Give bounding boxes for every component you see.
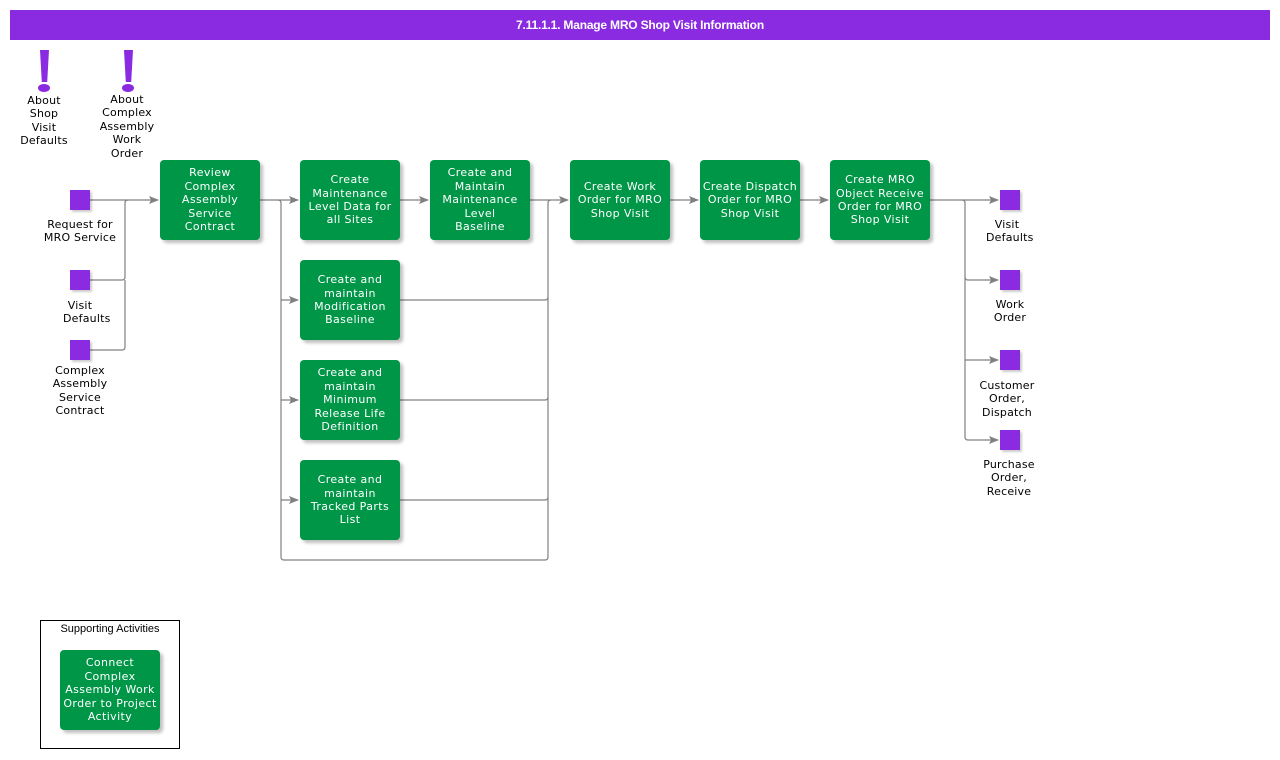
diagram-title-bar: 7.11.1.1. Manage MRO Shop Visit Informat… xyxy=(10,10,1270,40)
output-event-customer-order-dispatch[interactable] xyxy=(1000,350,1020,370)
output-event-purchase-order-receive[interactable] xyxy=(1000,430,1020,450)
activity-receive-order[interactable]: Create MRO Object Receive Order for MRO … xyxy=(830,160,930,240)
connector-modification-merge xyxy=(400,296,549,301)
input-event-label: Visit Defaults xyxy=(63,299,111,326)
note-complex-assembly-work-order[interactable] xyxy=(118,50,138,96)
output-event-label: Purchase Order, Receive xyxy=(983,458,1035,498)
output-event-visit-defaults[interactable] xyxy=(1000,190,1020,210)
connector-to-output-2 xyxy=(964,276,999,284)
activity-connect-work-order-project[interactable]: Connect Complex Assembly Work Order to P… xyxy=(60,650,160,730)
output-event-label: Visit Defaults xyxy=(986,218,1034,245)
activity-dispatch-order[interactable]: Create Dispatch Order for MRO Shop Visit xyxy=(700,160,800,240)
note-shop-visit-defaults[interactable] xyxy=(34,50,54,96)
output-event-label: Customer Order, Dispatch xyxy=(979,379,1035,419)
activity-modification-baseline[interactable]: Create and maintain Modification Baselin… xyxy=(300,260,400,340)
activity-maintenance-level-data[interactable]: Create Maintenance Level Data for all Si… xyxy=(300,160,400,240)
exclamation-dot-icon xyxy=(122,84,134,92)
activity-review-contract[interactable]: Review Complex Assembly Service Contract xyxy=(160,160,260,240)
input-event-label: Complex Assembly Service Contract xyxy=(52,364,108,418)
input-event-label: Request for MRO Service xyxy=(43,218,117,245)
input-event-complex-assembly-service-contract[interactable] xyxy=(70,340,90,360)
diagram-title: 7.11.1.1. Manage MRO Shop Visit Informat… xyxy=(516,18,764,32)
activity-min-release-life[interactable]: Create and maintain Minimum Release Life… xyxy=(300,360,400,440)
activity-work-order[interactable]: Create Work Order for MRO Shop Visit xyxy=(570,160,670,240)
output-event-work-order[interactable] xyxy=(1000,270,1020,290)
connector-layer xyxy=(90,196,999,561)
input-event-request-mro-service[interactable] xyxy=(70,190,90,210)
activity-maintenance-level-baseline[interactable]: Create and Maintain Maintenance Level Ba… xyxy=(430,160,530,240)
exclamation-icon xyxy=(124,50,133,82)
exclamation-icon xyxy=(40,50,49,82)
input-event-visit-defaults[interactable] xyxy=(70,270,90,290)
exclamation-dot-icon xyxy=(38,84,50,92)
connector-tracked-merge xyxy=(400,496,549,501)
connector-min-release-merge xyxy=(400,396,549,401)
output-event-label: Work Order xyxy=(993,298,1027,325)
supporting-activities-title: Supporting Activities xyxy=(60,623,160,635)
note-label: About Complex Assembly Work Order xyxy=(99,93,155,160)
activity-tracked-parts-list[interactable]: Create and maintain Tracked Parts List xyxy=(300,460,400,540)
